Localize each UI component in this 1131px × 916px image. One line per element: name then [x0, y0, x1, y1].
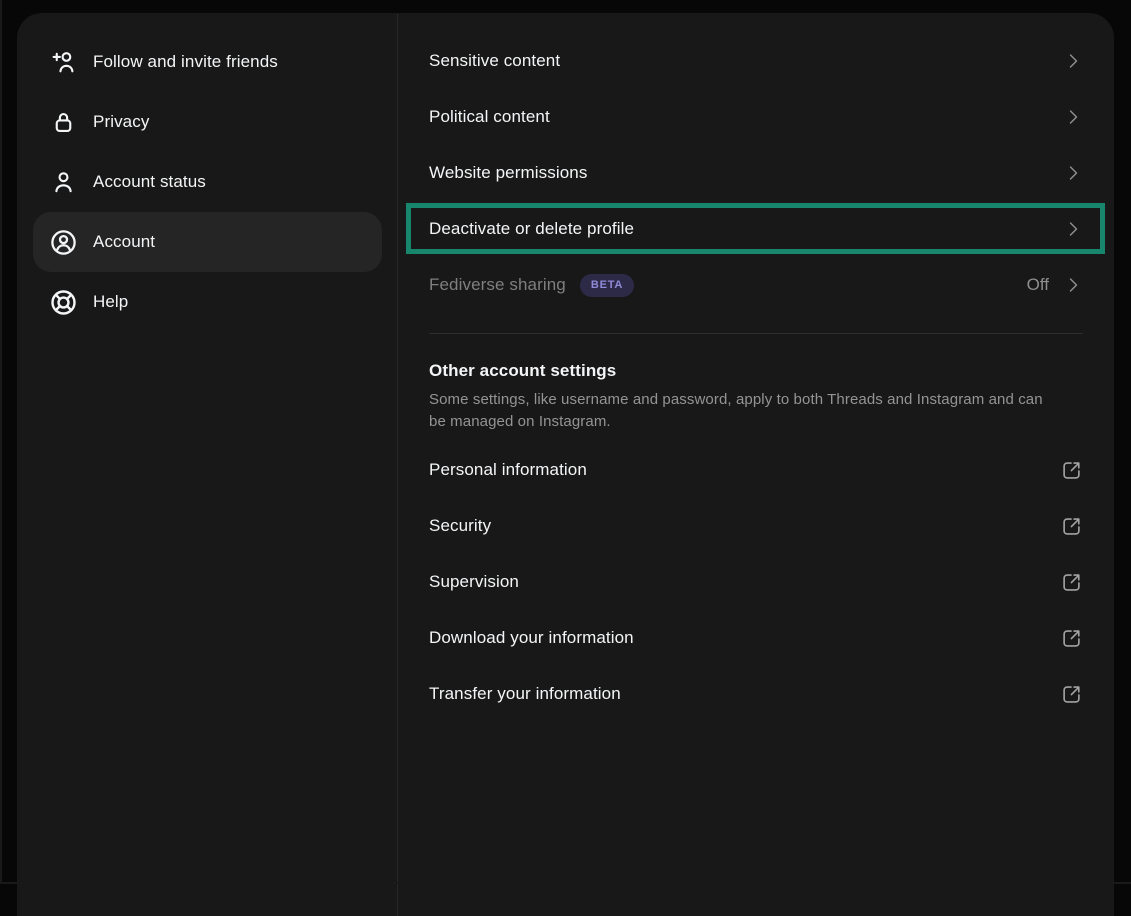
external-link-icon — [1060, 459, 1083, 482]
lifebuoy-icon — [48, 287, 78, 317]
row-label: Sensitive content — [429, 51, 560, 71]
row-political-content[interactable]: Political content — [429, 89, 1083, 145]
row-label: Website permissions — [429, 163, 587, 183]
section-description: Some settings, like username and passwor… — [429, 389, 1054, 432]
external-link-icon — [1060, 627, 1083, 650]
section-divider — [429, 333, 1083, 334]
external-settings-list: Personal information Security — [429, 442, 1083, 722]
lock-icon — [48, 107, 78, 137]
chevron-right-icon — [1063, 107, 1083, 127]
row-label: Supervision — [429, 572, 519, 592]
settings-sidebar: Follow and invite friends Privacy Accoun… — [18, 14, 398, 916]
row-label: Download your information — [429, 628, 634, 648]
row-fediverse-sharing[interactable]: Fediverse sharing BETA Off — [429, 257, 1083, 313]
sidebar-item-label: Privacy — [93, 112, 149, 132]
chevron-right-icon — [1063, 51, 1083, 71]
row-supervision[interactable]: Supervision — [429, 554, 1083, 610]
row-value: Off — [1027, 275, 1049, 295]
sidebar-item-privacy[interactable]: Privacy — [33, 92, 382, 152]
account-settings-content: Sensitive content Political content Webs… — [398, 14, 1113, 916]
sidebar-item-label: Account status — [93, 172, 206, 192]
row-personal-information[interactable]: Personal information — [429, 442, 1083, 498]
external-link-icon — [1060, 683, 1083, 706]
sidebar-item-account[interactable]: Account — [33, 212, 382, 272]
external-link-icon — [1060, 515, 1083, 538]
sidebar-item-label: Follow and invite friends — [93, 52, 278, 72]
chevron-right-icon — [1063, 219, 1083, 239]
row-sensitive-content[interactable]: Sensitive content — [429, 33, 1083, 89]
chevron-right-icon — [1063, 163, 1083, 183]
sidebar-item-help[interactable]: Help — [33, 272, 382, 332]
row-label: Deactivate or delete profile — [429, 219, 634, 239]
settings-panel: Follow and invite friends Privacy Accoun… — [18, 14, 1113, 916]
row-label: Transfer your information — [429, 684, 621, 704]
row-download-your-information[interactable]: Download your information — [429, 610, 1083, 666]
section-title: Other account settings — [429, 361, 1083, 381]
chevron-right-icon — [1063, 275, 1083, 295]
external-link-icon — [1060, 571, 1083, 594]
row-security[interactable]: Security — [429, 498, 1083, 554]
sidebar-item-account-status[interactable]: Account status — [33, 152, 382, 212]
row-deactivate-or-delete-profile[interactable]: Deactivate or delete profile — [429, 201, 1083, 257]
person-circle-icon — [48, 227, 78, 257]
row-label: Security — [429, 516, 491, 536]
row-label: Personal information — [429, 460, 587, 480]
person-icon — [48, 167, 78, 197]
person-add-icon — [48, 47, 78, 77]
sidebar-item-follow-invite[interactable]: Follow and invite friends — [33, 32, 382, 92]
sidebar-item-label: Help — [93, 292, 128, 312]
row-label: Political content — [429, 107, 550, 127]
row-label: Fediverse sharing — [429, 275, 566, 295]
row-transfer-your-information[interactable]: Transfer your information — [429, 666, 1083, 722]
beta-badge: BETA — [580, 274, 634, 297]
row-website-permissions[interactable]: Website permissions — [429, 145, 1083, 201]
sidebar-item-label: Account — [93, 232, 155, 252]
